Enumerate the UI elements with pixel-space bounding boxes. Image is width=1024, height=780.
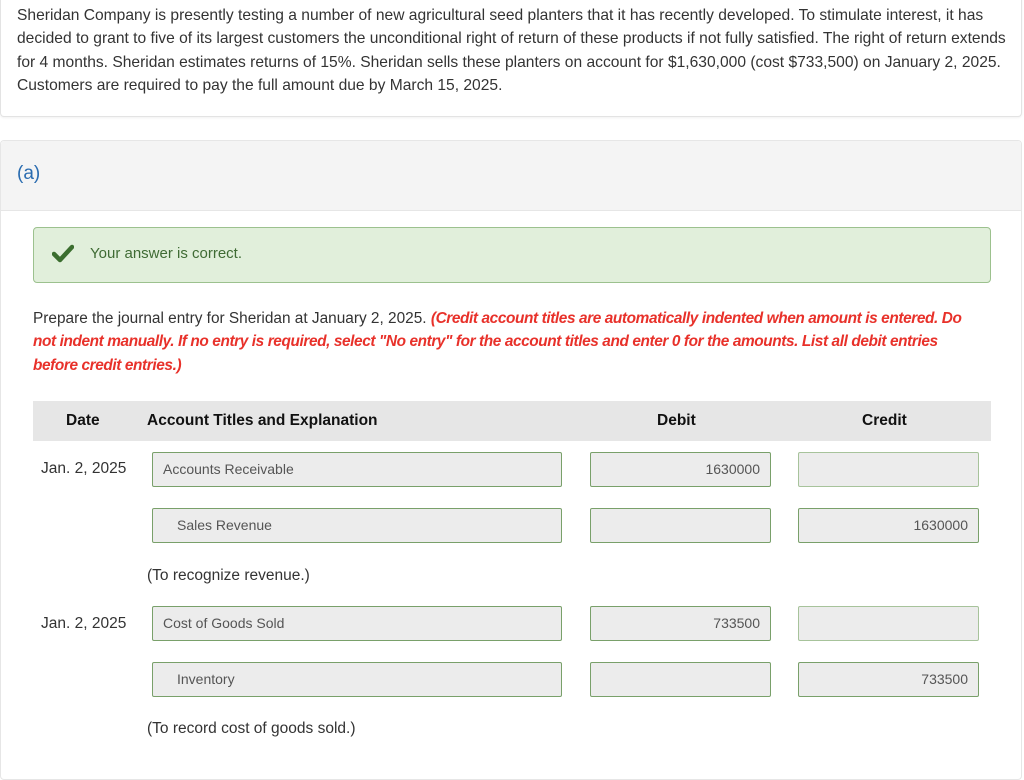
problem-text: Sheridan Company is presently testing a …	[17, 7, 1006, 94]
debit-field[interactable]	[590, 508, 771, 543]
instruction-text: Prepare the journal entry for Sheridan a…	[33, 310, 431, 327]
journal-table-header: Date Account Titles and Explanation Debi…	[33, 401, 991, 441]
header-credit: Credit	[862, 412, 907, 429]
debit-field[interactable]: 733500	[590, 606, 771, 641]
account-title-field[interactable]: Accounts Receivable	[152, 452, 562, 487]
answer-correct-banner: Your answer is correct.	[33, 227, 991, 283]
checkmark-icon	[52, 244, 74, 263]
entry-date: Jan. 2, 2025	[41, 615, 127, 632]
account-title-field[interactable]: Sales Revenue	[152, 508, 562, 543]
credit-field[interactable]	[798, 606, 979, 641]
instructions: Prepare the journal entry for Sheridan a…	[33, 307, 983, 377]
feedback-text: Your answer is correct.	[90, 245, 243, 262]
header-debit: Debit	[657, 412, 696, 429]
debit-field[interactable]: 1630000	[590, 452, 771, 487]
account-title-field[interactable]: Cost of Goods Sold	[152, 606, 562, 641]
header-date: Date	[66, 412, 100, 429]
header-account: Account Titles and Explanation	[147, 412, 378, 429]
entry-explanation: (To record cost of goods sold.)	[147, 720, 356, 737]
problem-statement-card: Sheridan Company is presently testing a …	[0, 0, 1022, 117]
account-title-field[interactable]: Inventory	[152, 662, 562, 697]
credit-field[interactable]: 733500	[798, 662, 979, 697]
credit-field[interactable]	[798, 452, 979, 487]
part-header: (a)	[1, 141, 1021, 211]
entry-date: Jan. 2, 2025	[41, 460, 127, 477]
entry-explanation: (To recognize revenue.)	[147, 567, 310, 584]
part-label: (a)	[17, 163, 41, 184]
credit-field[interactable]: 1630000	[798, 508, 979, 543]
debit-field[interactable]	[590, 662, 771, 697]
